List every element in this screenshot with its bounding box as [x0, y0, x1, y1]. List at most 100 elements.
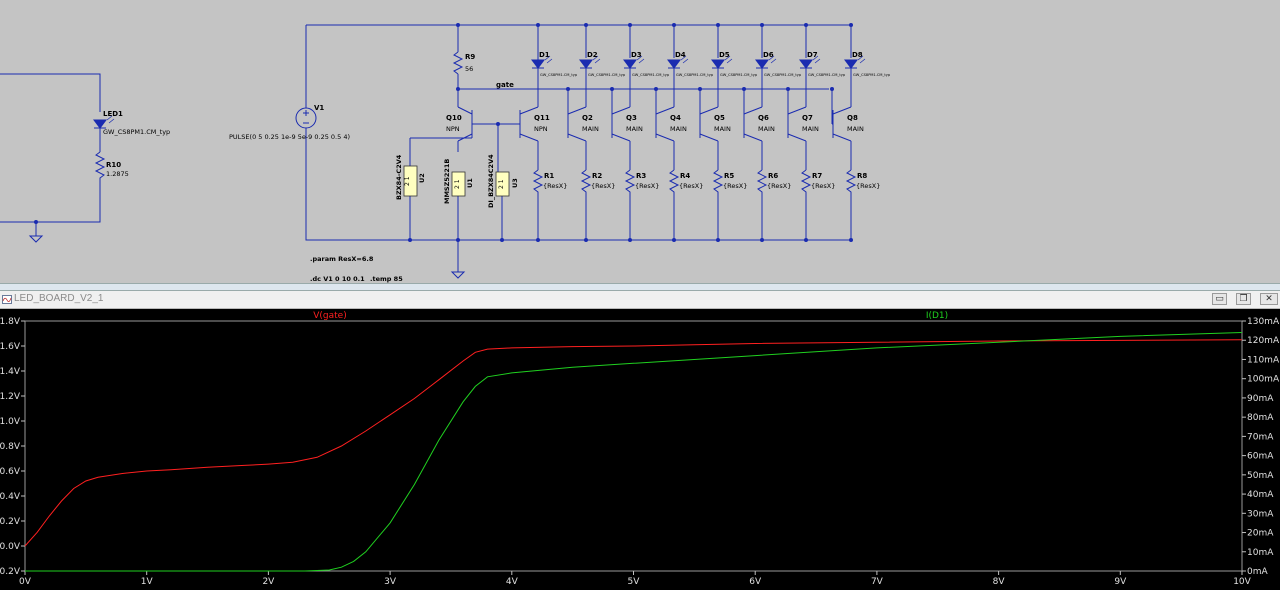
- x-tick-label: 3V: [384, 577, 397, 587]
- x-tick-label: 1V: [141, 577, 154, 587]
- junction-dot: [760, 23, 764, 27]
- led-d1-ref: D1: [539, 51, 550, 59]
- junction-dot: [566, 87, 570, 91]
- resistor-r8-value: {ResX}: [856, 182, 880, 190]
- y-right-tick-label: 40mA: [1247, 490, 1274, 500]
- junction-dot: [760, 238, 764, 242]
- led-d6-ref: D6: [763, 51, 774, 59]
- schematic-canvas[interactable]: D1 GW_CS8PM1.CM_typ D2 GW_CS8PM1.CM_typ D3 GW…: [0, 0, 1280, 283]
- resistor-r2-value: {ResX}: [591, 182, 615, 190]
- dc-directive[interactable]: .dc V1 0 10 0.1: [310, 275, 365, 283]
- junction-dot: [804, 238, 808, 242]
- u3-ref: U3: [511, 178, 519, 188]
- x-tick-label: 2V: [262, 577, 275, 587]
- y-right-tick-label: 120mA: [1247, 336, 1280, 346]
- transistor-q8-ref: Q8: [847, 114, 858, 122]
- y-right-tick-label: 30mA: [1247, 509, 1274, 519]
- temp-directive[interactable]: .temp 85: [370, 275, 403, 283]
- led-d4-ref: D4: [675, 51, 686, 59]
- resistor-r7-value: {ResX}: [811, 182, 835, 190]
- x-tick-label: 0V: [19, 577, 32, 587]
- resistor-r4-symbol[interactable]: [668, 169, 680, 240]
- v1-source-symbol[interactable]: [295, 107, 317, 129]
- u2-pins: 2 1: [404, 176, 411, 186]
- waveform-app-icon: [2, 295, 12, 304]
- resistor-r7-symbol[interactable]: [800, 169, 812, 240]
- resistor-r2-ref: R2: [592, 172, 602, 180]
- resistor-r1-symbol[interactable]: [532, 169, 544, 240]
- junction-dot: [500, 238, 504, 242]
- transistor-q2-model: MAIN: [582, 125, 599, 133]
- junction-dot: [584, 238, 588, 242]
- resistor-r8-ref: R8: [857, 172, 867, 180]
- waveform-window-title: LED_BOARD_V2_1: [14, 293, 104, 304]
- resistor-r6-symbol[interactable]: [756, 169, 768, 240]
- y-left-tick-label: 1.0V: [0, 417, 21, 427]
- resistor-r4-ref: R4: [680, 172, 690, 180]
- param-directive[interactable]: .param ResX=6.8: [310, 255, 374, 263]
- led-d4-model: GW_CS8PM1.CM_typ: [676, 73, 714, 77]
- junction-dot: [716, 238, 720, 242]
- y-left-tick-label: 1.4V: [0, 367, 21, 377]
- u2-symbol[interactable]: 2 1: [403, 165, 418, 197]
- trace-label-id1[interactable]: I(D1): [926, 311, 948, 321]
- resistor-r5-symbol[interactable]: [712, 169, 724, 240]
- y-right-tick-label: 50mA: [1247, 471, 1274, 481]
- junction-dot: [496, 122, 500, 126]
- trace-label-vgate[interactable]: V(gate): [313, 311, 346, 321]
- led-d6-model: GW_CS8PM1.CM_typ: [764, 73, 802, 77]
- resistor-r3-symbol[interactable]: [624, 169, 636, 240]
- junction-dot: [804, 23, 808, 27]
- junction-dot: [698, 87, 702, 91]
- u3-symbol[interactable]: 2 1: [495, 171, 510, 197]
- junction-dot: [654, 87, 658, 91]
- junction-dot: [742, 87, 746, 91]
- pane-splitter[interactable]: [0, 283, 1280, 291]
- y-right-tick-label: 130mA: [1247, 317, 1280, 327]
- led-d1-model: GW_CS8PM1.CM_typ: [540, 73, 578, 77]
- r9-symbol[interactable]: [452, 51, 464, 75]
- led-d7-ref: D7: [807, 51, 818, 59]
- junction-dot: [628, 23, 632, 27]
- y-right-tick-label: 110mA: [1247, 355, 1280, 365]
- y-left-tick-label: 1.2V: [0, 392, 21, 402]
- u3-pins: 2 1: [498, 179, 505, 189]
- r10-symbol[interactable]: [94, 151, 106, 182]
- junction-dot: [830, 87, 834, 91]
- y-left-tick-label: 0.6V: [0, 467, 21, 477]
- led-d2-model: GW_CS8PM1.CM_typ: [588, 73, 626, 77]
- junction-dot: [849, 238, 853, 242]
- waveform-window-titlebar[interactable]: LED_BOARD_V2_1 ▭ ❐ ✕: [0, 291, 1280, 309]
- junction-dot: [786, 87, 790, 91]
- waveform-plot[interactable]: 0V 1V 2V 3V 4V 5V 6V 7V 8V 9V 10V 1.8V 1.6V 1.4V 1.2V 1…: [0, 309, 1280, 590]
- y-right-tick-label: 100mA: [1247, 375, 1280, 385]
- x-tick-label: 7V: [871, 577, 884, 587]
- resistor-r8-symbol[interactable]: [845, 169, 857, 240]
- v1-ref: V1: [314, 104, 324, 112]
- u1-symbol[interactable]: 2 1: [451, 171, 466, 197]
- transistor-q3-model: MAIN: [626, 125, 643, 133]
- close-button[interactable]: ✕: [1260, 293, 1278, 305]
- transistor-q5-ref: Q5: [714, 114, 725, 122]
- y-right-tick-label: 90mA: [1247, 394, 1274, 404]
- gate-net-label: gate: [496, 81, 514, 89]
- resistor-r3-ref: R3: [636, 172, 646, 180]
- y-left-tick-label: 0.8V: [0, 442, 21, 452]
- junction-dot: [536, 23, 540, 27]
- transistor-q8-model: MAIN: [847, 125, 864, 133]
- transistor-q2-ref: Q2: [582, 114, 593, 122]
- v1-value: PULSE(0 5 0.25 1e-9 5e-9 0.25 0.5 4): [229, 133, 350, 141]
- minimize-button[interactable]: ▭: [1212, 293, 1227, 305]
- led1-ref: LED1: [103, 110, 123, 118]
- r9-value: 56: [465, 65, 473, 73]
- transistor-q4-model: MAIN: [670, 125, 687, 133]
- junction-dot: [408, 238, 412, 242]
- restore-button[interactable]: ❐: [1236, 293, 1251, 305]
- led-d8-ref: D8: [852, 51, 863, 59]
- resistor-r2-symbol[interactable]: [580, 169, 592, 240]
- u1-ref: U1: [466, 178, 474, 188]
- u1-model: MMSZ5221B: [443, 159, 451, 204]
- r10-ref: R10: [106, 161, 121, 169]
- transistor-q5-model: MAIN: [714, 125, 731, 133]
- led1-model: GW_CS8PM1.CM_typ: [103, 128, 170, 136]
